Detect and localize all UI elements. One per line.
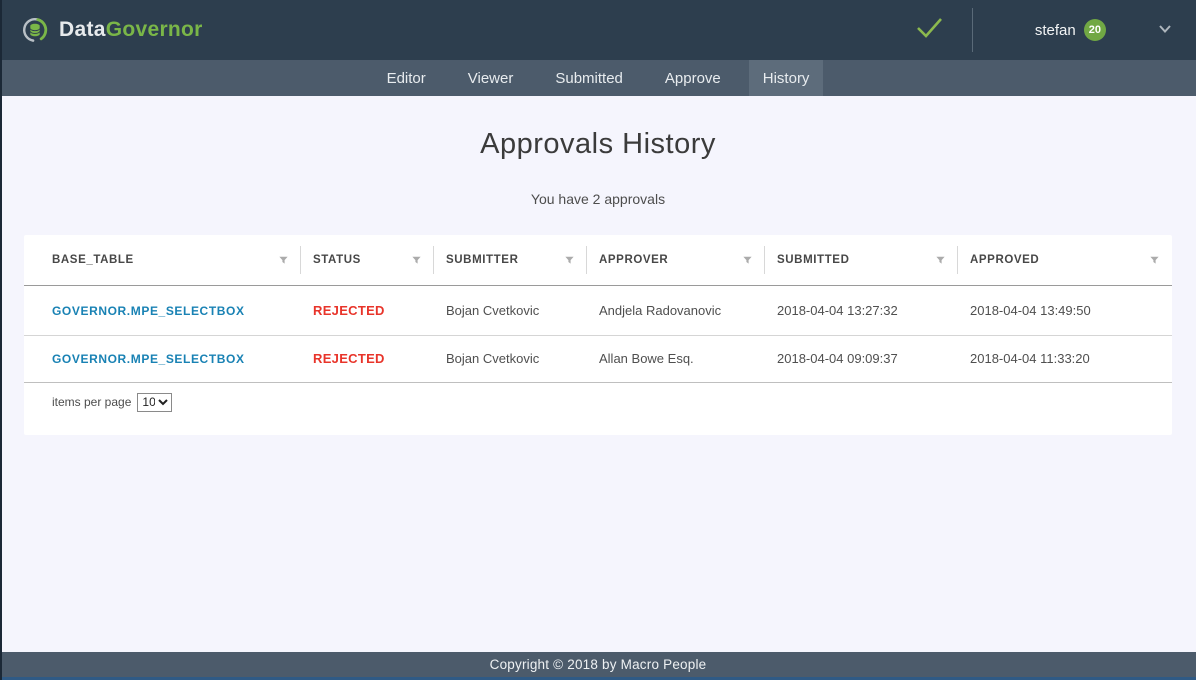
items-per-page-label: items per page	[52, 395, 131, 409]
approved-cell: 2018-04-04 11:33:20	[958, 335, 1172, 382]
base-table-link[interactable]: GOVERNOR.MPE_SELECTBOX	[52, 352, 245, 366]
filter-icon[interactable]	[278, 254, 289, 265]
approver-cell: Allan Bowe Esq.	[587, 335, 765, 382]
submitter-cell: Bojan Cvetkovic	[434, 335, 587, 382]
column-header-label: BASE_TABLE	[52, 254, 134, 266]
nav-tab-approve[interactable]: Approve	[651, 60, 735, 96]
base-table-link[interactable]: GOVERNOR.MPE_SELECTBOX	[52, 304, 245, 318]
table-row: GOVERNOR.MPE_SELECTBOX REJECTED Bojan Cv…	[24, 335, 1172, 382]
filter-icon[interactable]	[411, 254, 422, 265]
user-menu[interactable]: stefan 20	[973, 19, 1124, 41]
column-header-label: APPROVER	[599, 254, 668, 266]
app-footer: Copyright © 2018 by Macro People	[0, 652, 1196, 680]
filter-icon[interactable]	[935, 254, 946, 265]
column-header-submitter: SUBMITTER	[434, 235, 587, 285]
page-title: Approvals History	[0, 128, 1196, 161]
main-content: Approvals History You have 2 approvals B…	[0, 96, 1196, 652]
approved-cell: 2018-04-04 13:49:50	[958, 285, 1172, 335]
submitted-cell: 2018-04-04 09:09:37	[765, 335, 958, 382]
user-menu-chevron-down-icon[interactable]	[1154, 17, 1176, 43]
approver-cell: Andjela Radovanovic	[587, 285, 765, 335]
user-name: stefan	[1035, 22, 1076, 39]
user-badge: 20	[1084, 19, 1106, 41]
nav-tab-editor[interactable]: Editor	[373, 60, 440, 96]
app-header: DataGovernor stefan 20	[0, 0, 1196, 60]
approvals-table-card: BASE_TABLE STATUS SUBMITTER	[24, 235, 1172, 435]
brand-name-part1: Data	[59, 18, 106, 41]
filter-icon[interactable]	[564, 254, 575, 265]
nav-tab-submitted[interactable]: Submitted	[541, 60, 637, 96]
approvals-check-icon[interactable]	[886, 15, 972, 46]
copyright-text: Copyright © 2018 by Macro People	[0, 652, 1196, 677]
column-header-label: STATUS	[313, 254, 361, 266]
column-header-status: STATUS	[301, 235, 434, 285]
pagination-bar: items per page 10	[24, 383, 1172, 412]
column-header-submitted: SUBMITTED	[765, 235, 958, 285]
column-header-label: SUBMITTED	[777, 254, 849, 266]
approvals-table: BASE_TABLE STATUS SUBMITTER	[24, 235, 1172, 383]
main-nav: Editor Viewer Submitted Approve History	[0, 60, 1196, 96]
column-header-base-table: BASE_TABLE	[24, 235, 301, 285]
nav-tab-viewer[interactable]: Viewer	[454, 60, 528, 96]
column-header-label: SUBMITTER	[446, 254, 518, 266]
status-badge: REJECTED	[313, 351, 385, 366]
datagovernor-logo-icon	[20, 15, 50, 45]
filter-icon[interactable]	[742, 254, 753, 265]
brand-logo[interactable]: DataGovernor	[20, 15, 203, 45]
submitter-cell: Bojan Cvetkovic	[434, 285, 587, 335]
nav-tab-history[interactable]: History	[749, 60, 824, 96]
items-per-page-select[interactable]: 10	[137, 393, 172, 412]
filter-icon[interactable]	[1149, 254, 1160, 265]
table-header-row: BASE_TABLE STATUS SUBMITTER	[24, 235, 1172, 285]
column-header-label: APPROVED	[970, 254, 1039, 266]
approvals-count-text: You have 2 approvals	[0, 191, 1196, 207]
brand-name-part2: Governor	[106, 18, 203, 41]
column-header-approver: APPROVER	[587, 235, 765, 285]
header-right: stefan 20	[886, 8, 1176, 52]
column-header-approved: APPROVED	[958, 235, 1172, 285]
status-badge: REJECTED	[313, 303, 385, 318]
brand-name: DataGovernor	[59, 18, 203, 42]
table-row: GOVERNOR.MPE_SELECTBOX REJECTED Bojan Cv…	[24, 285, 1172, 335]
submitted-cell: 2018-04-04 13:27:32	[765, 285, 958, 335]
